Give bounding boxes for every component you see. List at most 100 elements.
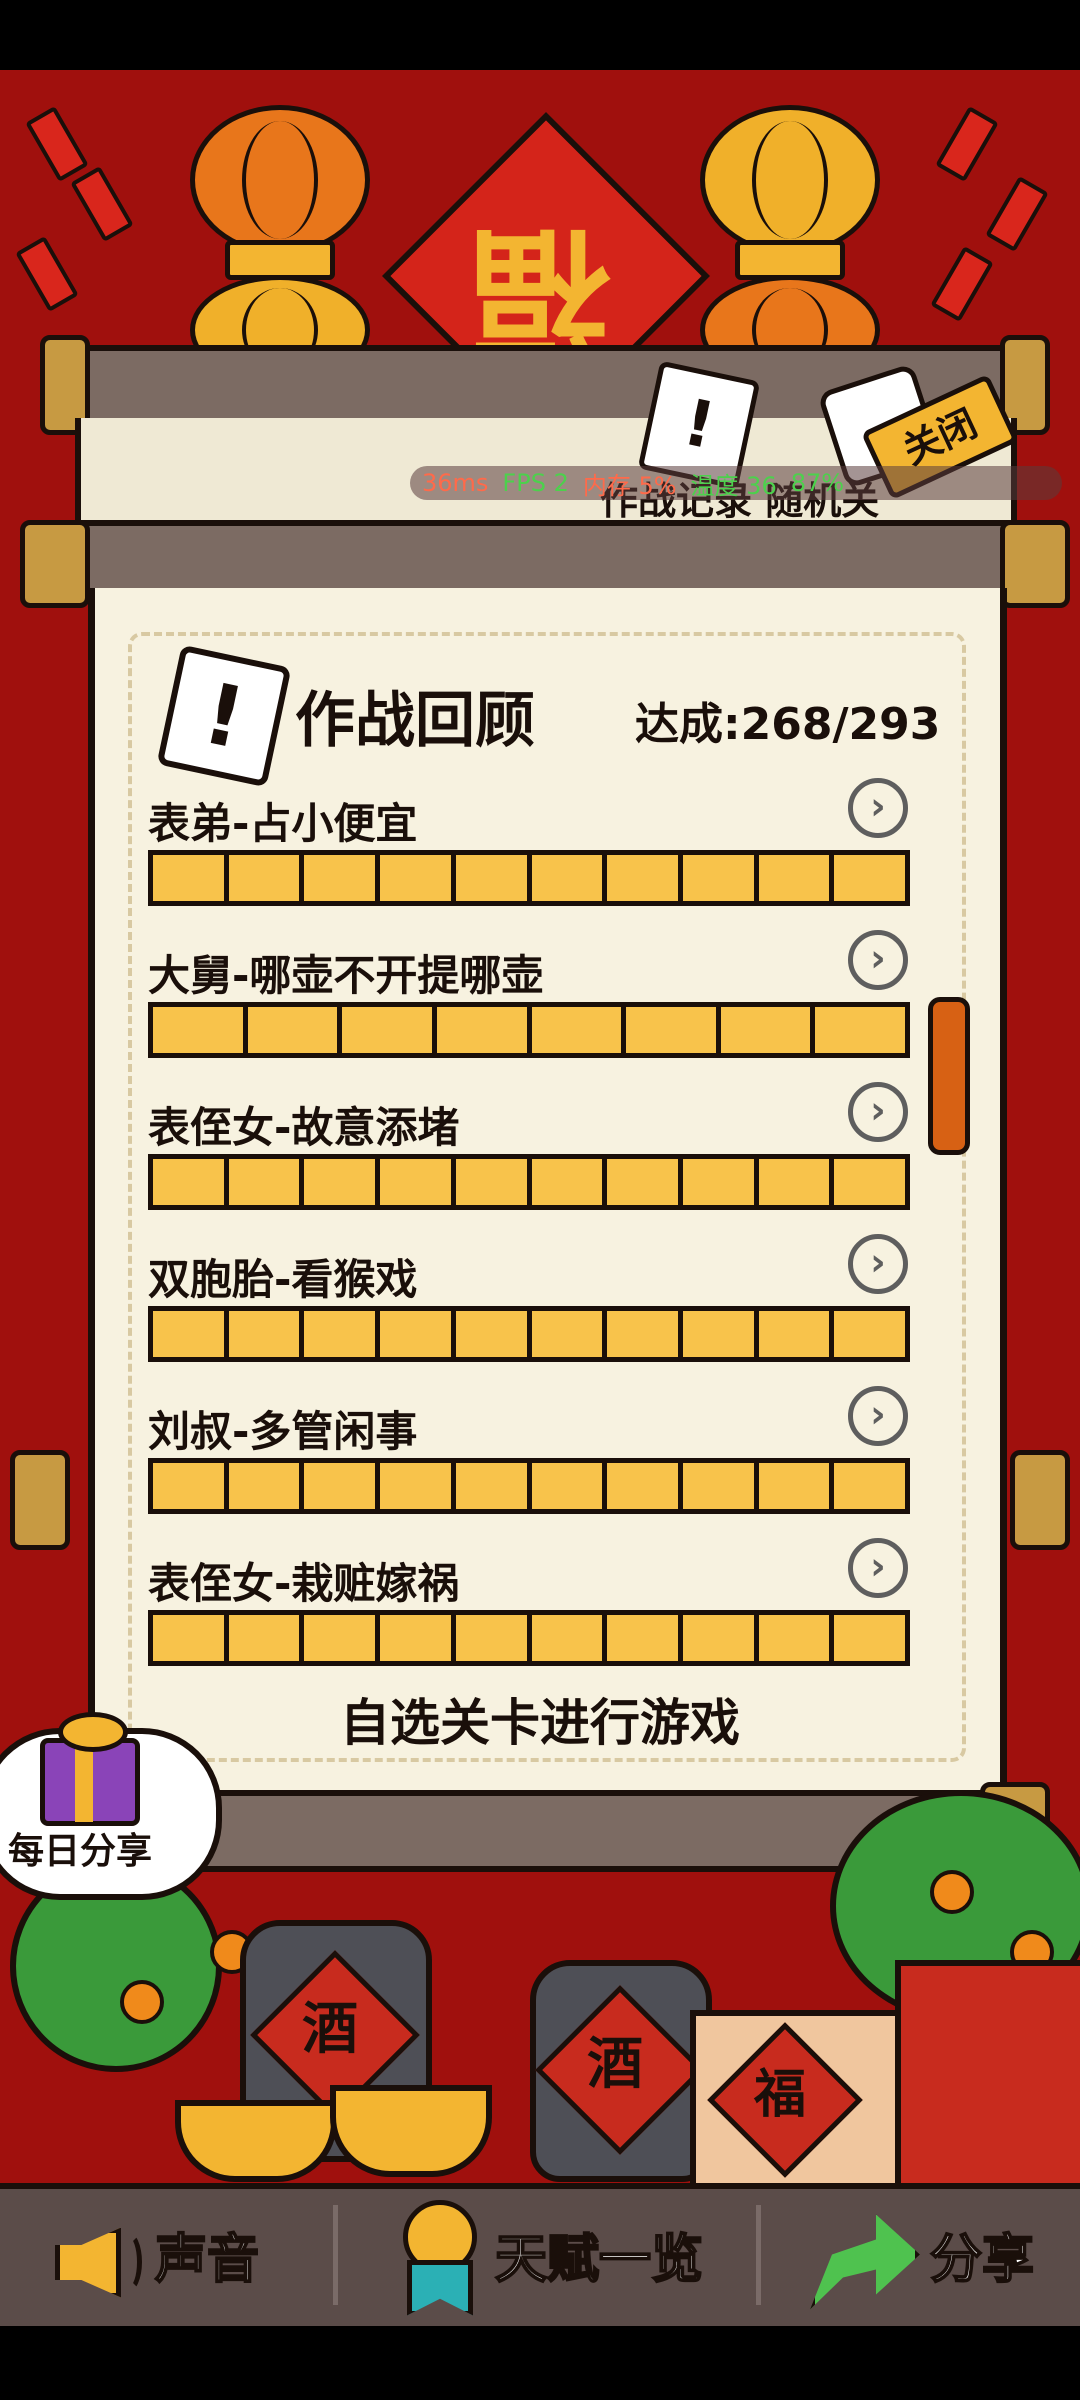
nav-divider xyxy=(756,2205,761,2305)
progress-segment xyxy=(834,1311,906,1357)
medal-icon xyxy=(395,2199,477,2316)
level-name: 大舅-哪壶不开提哪壶 xyxy=(148,951,544,1000)
chevron-right-icon[interactable]: › xyxy=(848,1234,908,1294)
progress-segment xyxy=(304,855,376,901)
talents-button[interactable]: 天赋一览 xyxy=(395,2183,704,2326)
nav-divider xyxy=(333,2205,338,2305)
progress-segment xyxy=(455,1615,527,1661)
sound-label: 声音 xyxy=(154,2230,260,2290)
progress-segment xyxy=(342,1007,432,1053)
progress-segment xyxy=(153,1463,224,1509)
progress-segment xyxy=(153,1159,224,1205)
level-name: 表侄女-故意添堵 xyxy=(148,1103,460,1152)
chevron-right-icon[interactable]: › xyxy=(848,930,908,990)
level-progress-bar xyxy=(148,1458,910,1514)
progress-segment xyxy=(682,855,754,901)
progress-segment xyxy=(682,1311,754,1357)
chevron-right-icon[interactable]: › xyxy=(848,1082,908,1142)
progress-segment xyxy=(607,855,678,901)
lantern-cap xyxy=(225,240,335,280)
progress-segment xyxy=(228,1311,300,1357)
share-arrow-shape xyxy=(810,2214,920,2310)
progress-segment xyxy=(153,1615,224,1661)
progress-segment xyxy=(626,1007,716,1053)
progress-segment xyxy=(531,1615,603,1661)
system-nav-area xyxy=(0,2326,1080,2400)
gift-box-character: 福 xyxy=(753,2065,806,2125)
progress-segment xyxy=(834,1615,906,1661)
level-progress-bar xyxy=(148,1002,910,1058)
list-scrollbar[interactable] xyxy=(928,997,970,1155)
progress-segment xyxy=(380,855,451,901)
lantern-decoration xyxy=(190,105,370,255)
level-row[interactable]: 刘叔-多管闲事 › xyxy=(148,1386,910,1538)
progress-segment xyxy=(720,1007,811,1053)
completion-count: 达成:268/293 xyxy=(635,699,941,750)
progress-segment xyxy=(247,1007,338,1053)
speaker-body xyxy=(55,2227,121,2298)
chevron-right-icon[interactable]: › xyxy=(848,1538,908,1598)
progress-segment xyxy=(153,855,224,901)
progress-segment xyxy=(758,1159,830,1205)
wine-jar-character: 酒 xyxy=(587,2032,643,2097)
progress-segment xyxy=(304,1159,376,1205)
talents-label: 天赋一览 xyxy=(494,2230,704,2290)
speaker-wave xyxy=(115,2231,142,2292)
red-gift-box-decoration xyxy=(895,1960,1080,2192)
lantern-decoration xyxy=(700,105,880,255)
progress-segment xyxy=(228,1463,300,1509)
medal-ribbon xyxy=(407,2259,473,2316)
level-row[interactable]: 双胞胎-看猴戏 › xyxy=(148,1234,910,1386)
level-name: 刘叔-多管闲事 xyxy=(148,1407,418,1456)
level-progress-bar xyxy=(148,1154,910,1210)
scroll-cap xyxy=(10,1450,70,1550)
progress-segment xyxy=(682,1615,754,1661)
level-name: 双胞胎-看猴戏 xyxy=(148,1255,418,1304)
progress-segment xyxy=(682,1463,754,1509)
progress-segment xyxy=(607,1615,678,1661)
speaker-icon xyxy=(55,2210,142,2300)
share-label: 分享 xyxy=(929,2230,1035,2290)
scroll-cap xyxy=(1010,1450,1070,1550)
progress-segment xyxy=(228,855,300,901)
gold-ingot-decoration xyxy=(330,2085,492,2177)
progress-segment xyxy=(682,1159,754,1205)
level-row[interactable]: 表侄女-故意添堵 › xyxy=(148,1082,910,1234)
chevron-right-icon[interactable]: › xyxy=(848,778,908,838)
select-level-button[interactable]: 自选关卡进行游戏 xyxy=(300,1683,780,1751)
panel-title: 作战回顾 xyxy=(295,686,535,756)
level-progress-bar xyxy=(148,1306,910,1362)
progress-segment xyxy=(304,1463,376,1509)
progress-segment xyxy=(380,1311,451,1357)
progress-segment xyxy=(607,1311,678,1357)
progress-segment xyxy=(758,1615,830,1661)
perf-latency: 36ms xyxy=(422,469,489,497)
level-row[interactable]: 表弟-占小便宜 › xyxy=(148,778,910,930)
wine-jar-character: 酒 xyxy=(302,1997,358,2062)
level-row[interactable]: 大舅-哪壶不开提哪壶 › xyxy=(148,930,910,1082)
progress-segment xyxy=(455,1159,527,1205)
sound-button[interactable]: 声音 xyxy=(55,2183,260,2326)
progress-segment xyxy=(531,1007,622,1053)
share-button[interactable]: 分享 xyxy=(810,2183,1035,2326)
progress-segment xyxy=(834,1463,906,1509)
progress-segment xyxy=(758,855,830,901)
progress-segment xyxy=(436,1007,527,1053)
perf-temp: 温度 36 xyxy=(690,471,777,500)
gold-ingot-decoration xyxy=(175,2100,337,2182)
progress-segment xyxy=(758,1463,830,1509)
progress-segment xyxy=(380,1463,451,1509)
progress-segment xyxy=(153,1007,243,1053)
level-row[interactable]: 表侄女-栽赃嫁祸 › xyxy=(148,1538,910,1690)
progress-segment xyxy=(228,1615,300,1661)
chevron-right-icon[interactable]: › xyxy=(848,1386,908,1446)
progress-segment xyxy=(758,1311,830,1357)
orange-decoration xyxy=(930,1870,974,1914)
progress-segment xyxy=(815,1007,905,1053)
level-progress-bar xyxy=(148,1610,910,1666)
progress-segment xyxy=(304,1615,376,1661)
progress-segment xyxy=(455,1311,527,1357)
progress-segment xyxy=(834,855,906,901)
gift-bow xyxy=(58,1712,128,1752)
progress-segment xyxy=(607,1159,678,1205)
